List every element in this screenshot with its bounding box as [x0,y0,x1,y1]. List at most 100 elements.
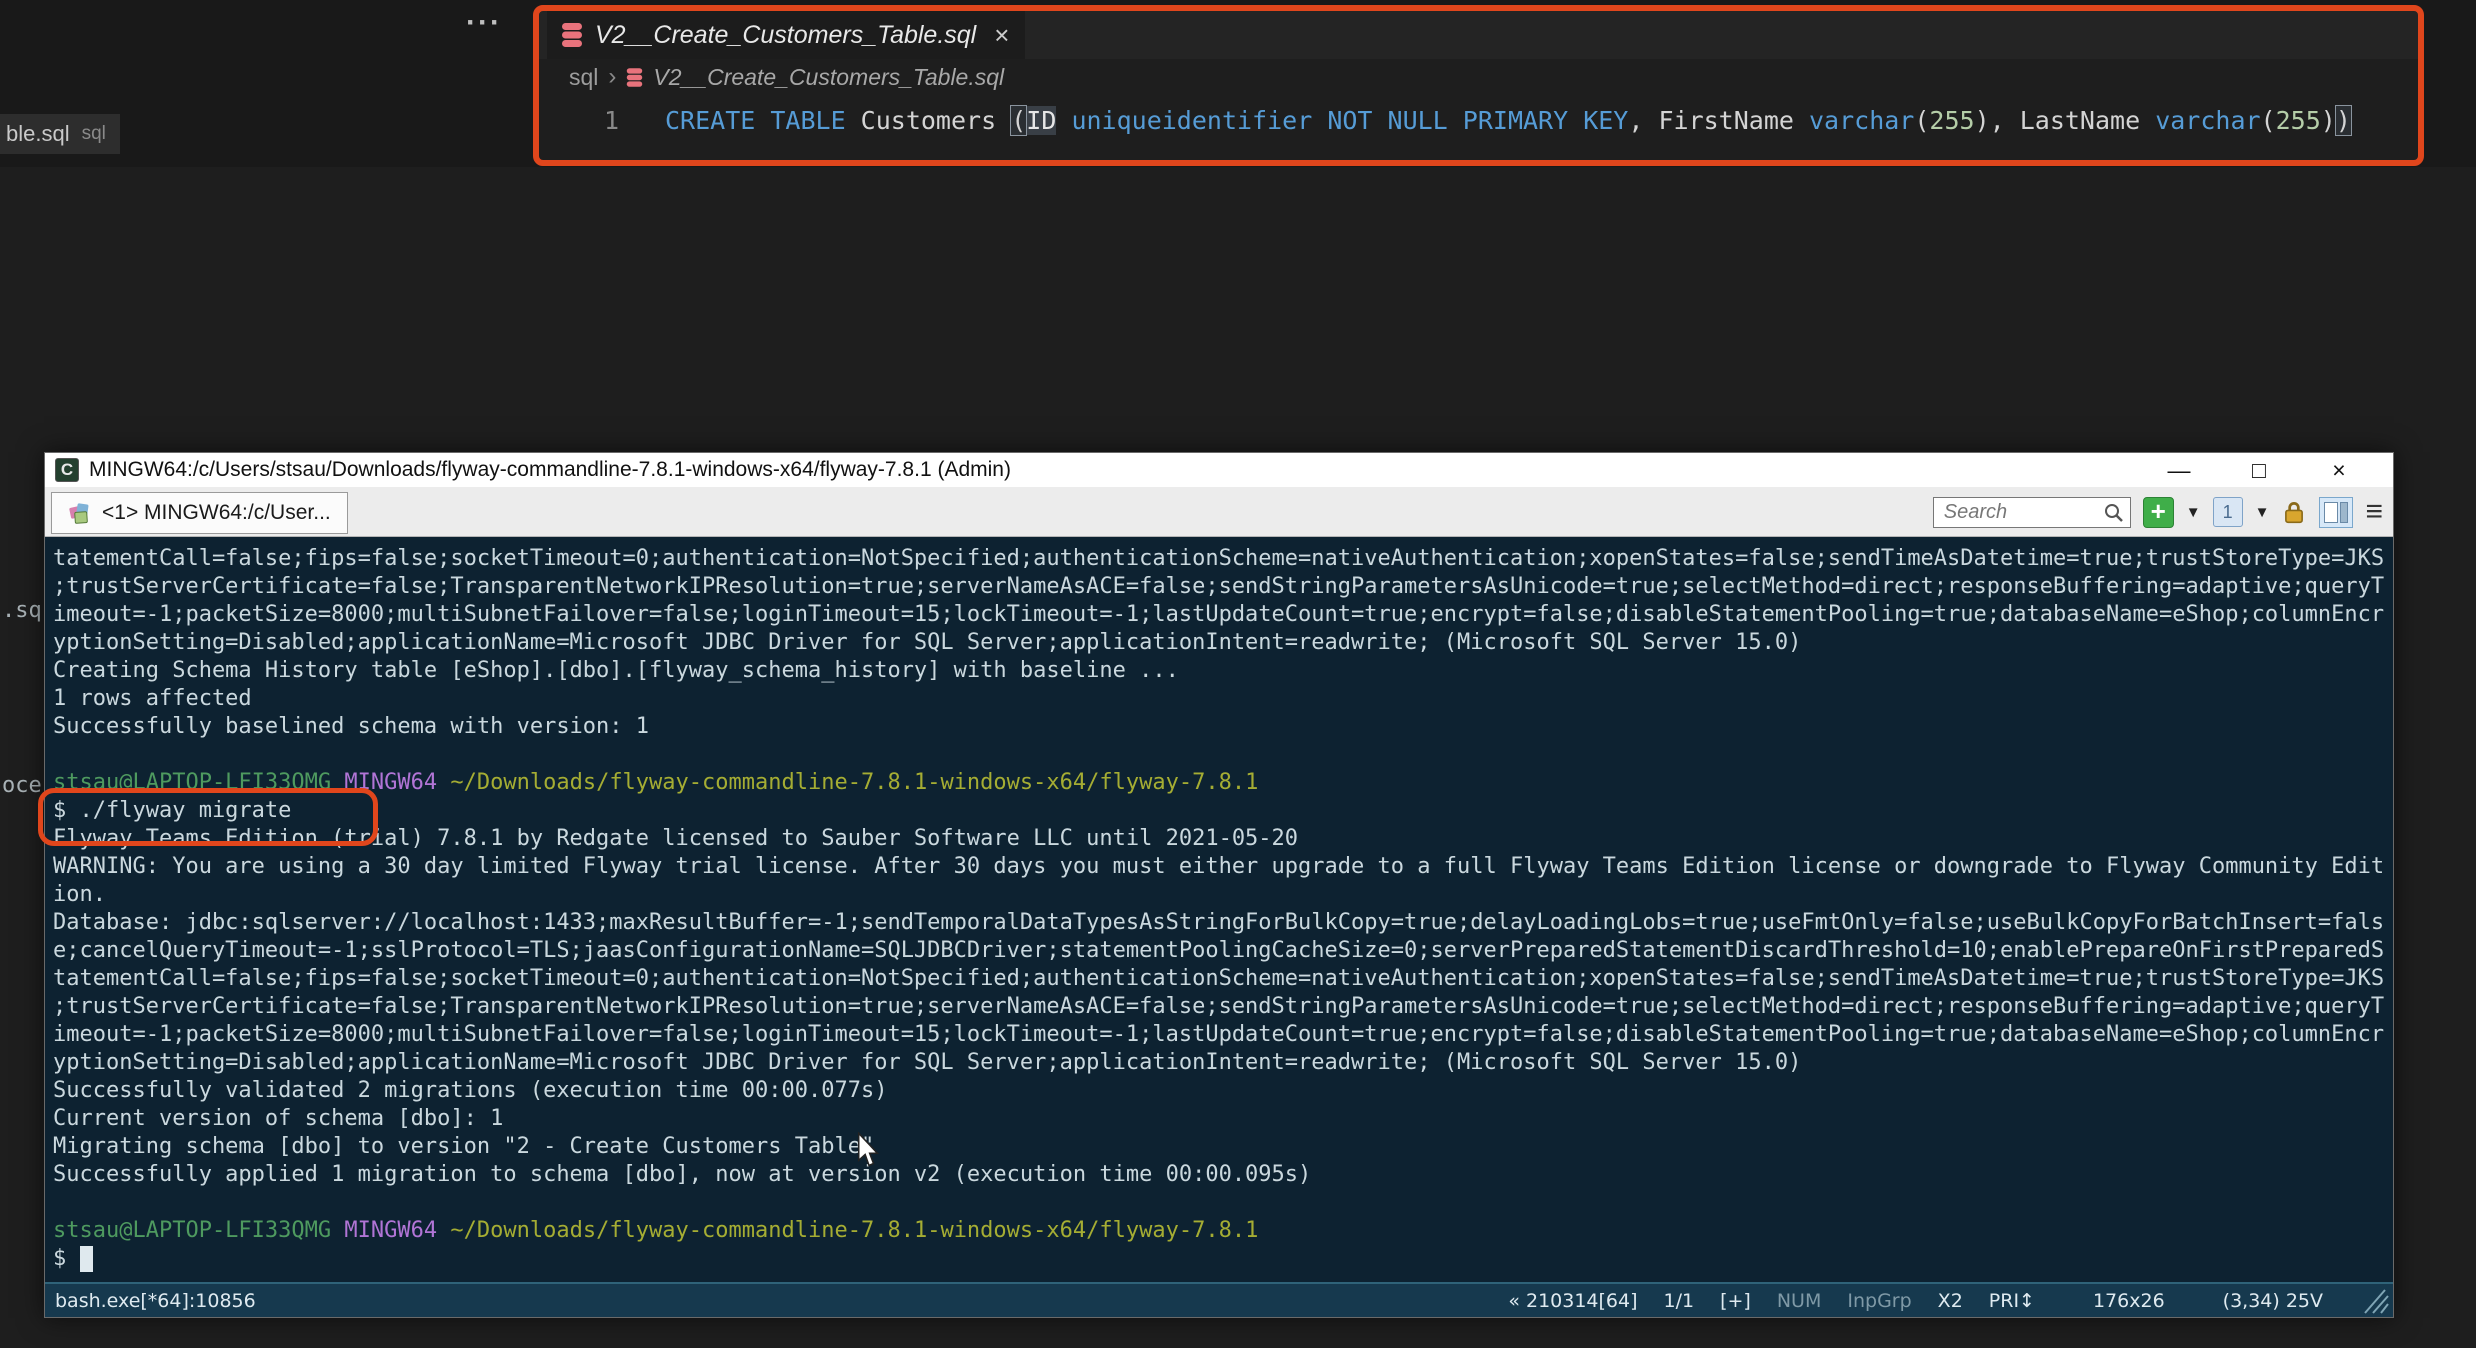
statusbar-field: NUM [1776,1289,1822,1312]
background-tab-title: ble.sql [6,121,70,146]
terminal-text-line: 1 rows affected [53,686,252,711]
bash-tab-icon [69,503,89,524]
statusbar-field: [+] [1720,1289,1751,1312]
terminal-text-line: Migrating schema [dbo] to version "2 - C… [53,1134,875,1159]
code-token: varchar [1808,105,1915,135]
terminal-text-line: stsau@LAPTOP-LFI33QMG MINGW64 ~/Download… [53,770,1259,795]
terminal-text-line: Successfully baselined schema with versi… [53,714,650,739]
terminal-output[interactable]: tatementCall=false;fips=false;socketTime… [45,537,2393,1282]
editor-panel: V2__Create_Customers_Table.sql × sql › V… [539,11,2418,160]
breadcrumb-folder[interactable]: sql [569,64,598,91]
hamburger-menu-icon[interactable]: ≡ [2365,497,2383,527]
terminal-window-title: MINGW64:/c/Users/stsau/Downloads/flyway-… [89,458,1011,481]
close-icon[interactable]: × [994,20,1009,51]
editor-more-actions-icon[interactable]: ··· [466,6,502,40]
maximize-button[interactable]: □ [2241,457,2277,484]
code-token: ID [1026,105,1057,135]
statusbar-field: « 210314[64] [1508,1289,1638,1312]
terminal-text-line [53,1189,2387,1217]
chevron-right-icon: › [608,63,617,90]
terminal-text-line: ;trustServerCertificate=false;Transparen… [53,994,2385,1019]
code-token: ) [2320,105,2336,135]
terminal-text-line: Creating Schema History table [eShop].[d… [53,658,1179,683]
minimize-button[interactable]: — [2161,457,2197,484]
lock-icon[interactable] [2281,499,2307,525]
terminal-text-line: $ ./flyway migrate [53,798,292,823]
background-editor-tab[interactable]: ble.sql sql [0,114,120,154]
terminal-text-line: stsau@LAPTOP-LFI33QMG MINGW64 ~/Download… [53,1218,1259,1243]
split-pane-left [2324,501,2339,523]
terminal-toolbar: + ▼ 1 ▼ ≡ [1932,487,2383,537]
terminal-text-line: imeout=-1;packetSize=8000;multiSubnetFai… [53,1022,2385,1047]
terminal-text-line: $ [53,1245,2387,1273]
conemu-app-icon: C [55,458,79,482]
terminal-text-line: Current version of schema [dbo]: 1 [53,1106,504,1131]
terminal-titlebar[interactable]: C MINGW64:/c/Users/stsau/Downloads/flywa… [45,453,2393,487]
terminal-window: C MINGW64:/c/Users/stsau/Downloads/flywa… [44,452,2394,1318]
statusbar-field: 1/1 [1663,1289,1695,1312]
breadcrumb-file[interactable]: V2__Create_Customers_Table.sql [653,64,1004,91]
terminal-tab-label: <1> MINGW64:/c/User... [102,501,331,524]
code-token: varchar [2155,105,2261,135]
screen: ble.sql sql ··· .sq oce V2__Create_Custo… [0,0,2476,1348]
mouse-cursor [857,1132,880,1167]
code-token: 255 [2275,105,2321,135]
statusbar-field: PRI↕ [1988,1289,2035,1312]
tab-sql-file[interactable]: V2__Create_Customers_Table.sql × [547,11,1026,59]
code-token: NOT NULL PRIMARY KEY [1327,105,1629,135]
code-line-content: CREATE TABLE Customers (ID uniqueidentif… [665,104,2352,136]
statusbar-field: (3,34) 25V [2222,1289,2323,1312]
resize-grip-icon[interactable] [2355,1288,2389,1314]
terminal-text-line: tatementCall=false;fips=false;socketTime… [53,966,2385,991]
statusbar-field: InpGrp [1847,1289,1912,1312]
search-box [1932,496,2131,528]
status-fields: « 210314[64] 1/1 [+] NUM InpGrp X2 PRI↕ 176x26 (… [1482,1290,2393,1312]
chevron-down-icon[interactable]: ▼ [2186,504,2201,521]
database-file-icon [562,23,582,47]
background-text-fragment: .sq [2,598,42,623]
terminal-statusbar: bash.exe[*64]:10856 « 210314[64] 1/1 [+] NU… [45,1282,2393,1317]
breadcrumb: sql › V2__Create_Customers_Table.sql [539,59,2418,95]
background-tab-language: sql [81,123,106,144]
statusbar-field: 176x26 [2092,1289,2165,1312]
terminal-text-line: yptionSetting=Disabled;applicationName=M… [53,1050,1802,1075]
terminal-tabbar: <1> MINGW64:/c/User... + ▼ 1 ▼ [45,487,2393,537]
terminal-text-line: e;cancelQueryTimeout=-1;sslProtocol=TLS;… [53,938,2385,963]
code-token: 255 [1929,105,1975,135]
search-icon[interactable] [2103,502,2125,524]
terminal-text-line: Database: jdbc:sqlserver://localhost:143… [53,910,2385,935]
split-view-button[interactable] [2319,496,2354,528]
terminal-text-line: tatementCall=false;fips=false;socketTime… [53,546,2385,571]
terminal-text-line: Successfully applied 1 migration to sche… [53,1162,1312,1187]
terminal-tab-1[interactable]: <1> MINGW64:/c/User... [51,492,348,534]
close-button[interactable]: × [2321,457,2357,484]
code-token: CREATE TABLE [665,105,846,135]
editor-tabstrip: V2__Create_Customers_Table.sql × [539,11,2418,59]
terminal-text-line: ion. [53,882,106,907]
line-number: 1 [603,105,619,135]
code-token: ( [1010,104,1028,136]
terminal-text-line: Successfully validated 2 migrations (exe… [53,1078,888,1103]
code-token: ), LastName [1974,105,2156,135]
statusbar-process: bash.exe[*64]:10856 [55,1289,256,1312]
terminal-text-line: imeout=-1;packetSize=8000;multiSubnetFai… [53,602,2385,627]
split-pane-right [2340,501,2349,523]
console-number-icon[interactable]: 1 [2212,497,2243,527]
code-editor-line[interactable]: 1 CREATE TABLE Customers (ID uniqueident… [539,95,2418,145]
new-console-button[interactable]: + [2142,496,2174,528]
terminal-text-line: WARNING: You are using a 30 day limited … [53,854,2385,879]
code-token: ( [1914,105,1930,135]
statusbar-field: X2 [1937,1289,1963,1312]
window-controls: — □ × [2161,457,2383,484]
code-token: ) [2334,104,2352,136]
terminal-text-line: Flyway Teams Edition (trial) 7.8.1 by Re… [53,826,1299,851]
terminal-text-line [53,741,2387,769]
tab-title: V2__Create_Customers_Table.sql [595,20,977,49]
code-token: Customers [845,105,1012,135]
terminal-text-line: yptionSetting=Disabled;applicationName=M… [53,630,1802,655]
code-token: uniqueidentifier [1071,105,1313,135]
chevron-down-icon[interactable]: ▼ [2255,504,2270,521]
search-input[interactable] [1932,496,2131,528]
code-token: ( [2260,105,2276,135]
